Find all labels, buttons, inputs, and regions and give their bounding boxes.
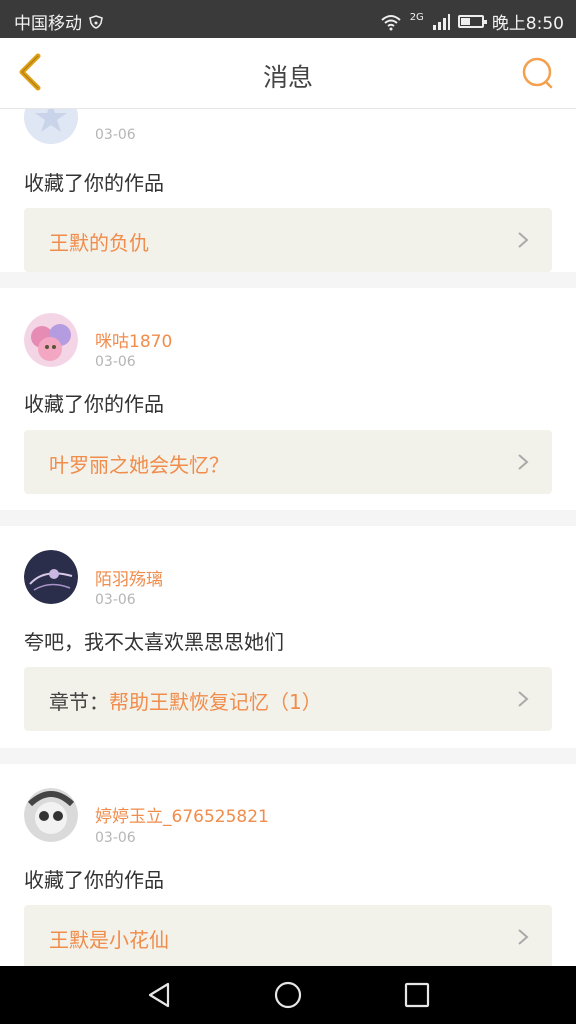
- avatar[interactable]: [24, 788, 78, 842]
- wifi-icon: [381, 14, 401, 30]
- chapter-title: 帮助王默恢复记忆（1）: [109, 690, 322, 714]
- work-title: 王默是小花仙: [49, 928, 169, 952]
- star-avatar-icon: [24, 108, 78, 144]
- work-link[interactable]: 王默是小花仙: [24, 905, 552, 966]
- work-link[interactable]: 王默的负仇: [24, 208, 552, 272]
- triangle-back-icon[interactable]: [144, 980, 174, 1010]
- chevron-right-icon: [518, 232, 529, 248]
- page-title: 消息: [262, 63, 313, 92]
- battery-icon: [457, 15, 487, 28]
- avatar[interactable]: [24, 108, 78, 144]
- username[interactable]: 咪咕1870: [95, 327, 172, 352]
- list-item: 婷婷玉立_676525821 03-06 收藏了你的作品 王默是小花仙: [0, 764, 576, 966]
- message-text: 收藏了你的作品: [24, 171, 164, 195]
- face-avatar-icon: [24, 788, 78, 842]
- network-type-label: 2G: [409, 12, 424, 23]
- message-list[interactable]: 03-06 收藏了你的作品 王默的负仇 咪咕1870 03-06 收藏了你的作品…: [0, 108, 576, 966]
- chapter-prefix: 章节：: [49, 690, 109, 714]
- carrier-label: 中国移动: [14, 14, 82, 34]
- anime-avatar-icon: [24, 313, 78, 367]
- avatar[interactable]: [24, 313, 78, 367]
- work-title: 叶罗丽之她会失忆？: [49, 453, 229, 477]
- message-text: 收藏了你的作品: [24, 868, 164, 892]
- system-nav-bar: [0, 966, 576, 1024]
- clock-label: 晚上8:50: [491, 14, 564, 34]
- work-link[interactable]: 叶罗丽之她会失忆？: [24, 430, 552, 494]
- chevron-right-icon: [518, 454, 529, 470]
- circle-home-icon[interactable]: [273, 980, 303, 1010]
- date-label: 03-06: [95, 592, 136, 608]
- avatar[interactable]: [24, 550, 78, 604]
- app-header: 消息: [0, 38, 576, 109]
- dark-art-avatar-icon: [24, 550, 78, 604]
- chevron-right-icon: [518, 929, 529, 945]
- list-item: 咪咕1870 03-06 收藏了你的作品 叶罗丽之她会失忆？: [0, 288, 576, 510]
- username[interactable]: 婷婷玉立_676525821: [95, 802, 269, 827]
- list-item: 03-06 收藏了你的作品 王默的负仇: [0, 108, 576, 272]
- date-label: 03-06: [95, 127, 136, 143]
- date-label: 03-06: [95, 354, 136, 370]
- date-label: 03-06: [95, 830, 136, 846]
- square-recent-icon[interactable]: [402, 980, 432, 1010]
- wifi-shield-icon: [89, 14, 103, 29]
- work-title: 王默的负仇: [49, 231, 149, 255]
- username[interactable]: 陌羽殇璃: [95, 565, 163, 590]
- message-text: 收藏了你的作品: [24, 392, 164, 416]
- work-title: 章节：帮助王默恢复记忆（1）: [49, 686, 322, 715]
- message-text: 夸吧，我不太喜欢黑思思她们: [24, 630, 284, 654]
- chapter-link[interactable]: 章节：帮助王默恢复记忆（1）: [24, 667, 552, 731]
- search-icon[interactable]: [520, 56, 556, 92]
- status-bar: 中国移动 2G 晚上8:50: [0, 0, 576, 38]
- signal-icon: [432, 13, 450, 30]
- chevron-right-icon: [518, 691, 529, 707]
- list-item: 陌羽殇璃 03-06 夸吧，我不太喜欢黑思思她们 章节：帮助王默恢复记忆（1）: [0, 526, 576, 748]
